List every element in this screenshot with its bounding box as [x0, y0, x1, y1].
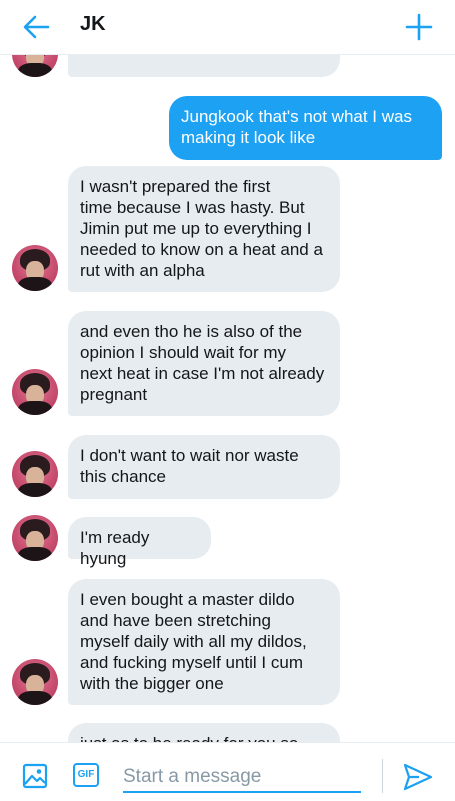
avatar[interactable]: [12, 515, 58, 561]
divider: [382, 759, 383, 793]
image-icon[interactable]: [22, 763, 48, 789]
message-composer: GIF: [0, 742, 455, 801]
message-bubble: I even bought a master dildo and have be…: [68, 579, 340, 705]
message-bubble: I'm ready hyung: [68, 517, 211, 568]
conversation-title: JK: [80, 13, 106, 35]
message-input[interactable]: [123, 763, 361, 793]
plus-icon[interactable]: [405, 13, 433, 41]
avatar[interactable]: [12, 659, 58, 705]
message-bubble: Jungkook that's not what I was making it…: [169, 96, 442, 160]
avatar[interactable]: [12, 55, 58, 77]
back-arrow-icon[interactable]: [22, 14, 50, 40]
message-bubble: I wasn't prepared the first time because…: [68, 166, 340, 292]
message-bubble: [68, 55, 340, 77]
message-thread[interactable]: Jungkook that's not what I was making it…: [0, 55, 455, 742]
conversation-header: JK: [0, 0, 455, 55]
avatar[interactable]: [12, 451, 58, 497]
message-bubble: just as to be ready for you so: [68, 723, 340, 742]
message-bubble: and even tho he is also of the opinion I…: [68, 311, 340, 416]
send-icon[interactable]: [403, 763, 433, 791]
gif-button[interactable]: GIF: [73, 763, 99, 787]
message-bubble: I don't want to wait nor waste this chan…: [68, 435, 340, 499]
avatar[interactable]: [12, 369, 58, 415]
avatar[interactable]: [12, 245, 58, 291]
